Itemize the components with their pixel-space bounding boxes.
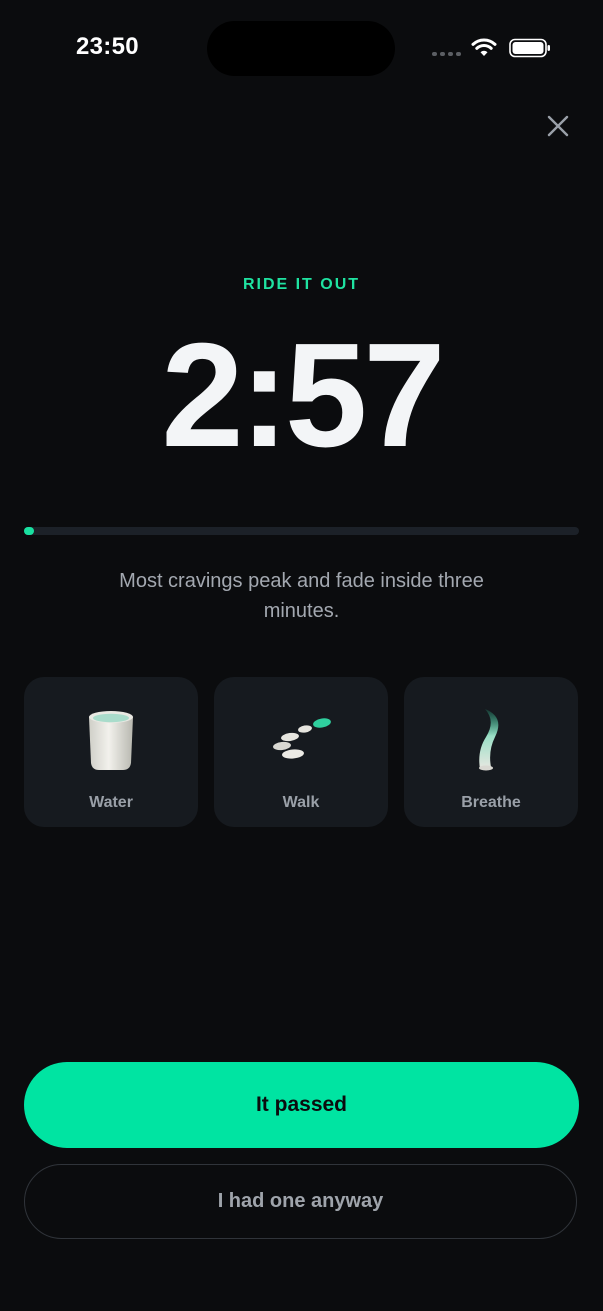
water-cup-icon xyxy=(89,711,133,770)
it-passed-button[interactable]: It passed xyxy=(24,1062,579,1148)
battery-icon xyxy=(509,38,550,58)
status-bar: 23:50 xyxy=(0,0,603,96)
dynamic-island xyxy=(207,21,395,76)
close-icon xyxy=(547,115,569,137)
progress-fill xyxy=(24,527,34,535)
status-time: 23:50 xyxy=(76,33,139,60)
close-button[interactable] xyxy=(538,106,578,146)
cellular-signal-icon xyxy=(432,52,461,56)
breathe-card[interactable]: Breathe xyxy=(404,677,578,827)
wifi-icon xyxy=(471,38,497,56)
progress-track xyxy=(24,527,579,535)
eyebrow-label: RIDE IT OUT xyxy=(242,276,361,293)
water-label: Water xyxy=(89,794,133,811)
walk-stones-icon xyxy=(273,718,331,759)
breathe-label: Breathe xyxy=(461,794,521,811)
caption-text: Most cravings peak and fade inside three… xyxy=(119,570,484,622)
breath-wisp-icon xyxy=(479,709,499,771)
walk-card[interactable]: Walk xyxy=(214,677,388,827)
countdown-timer: 2:57 xyxy=(161,313,445,478)
had-one-anyway-button[interactable]: I had one anyway xyxy=(24,1164,577,1239)
action-cards: Water Walk Breathe xyxy=(24,677,579,827)
water-card[interactable]: Water xyxy=(24,677,198,827)
walk-label: Walk xyxy=(282,794,320,811)
